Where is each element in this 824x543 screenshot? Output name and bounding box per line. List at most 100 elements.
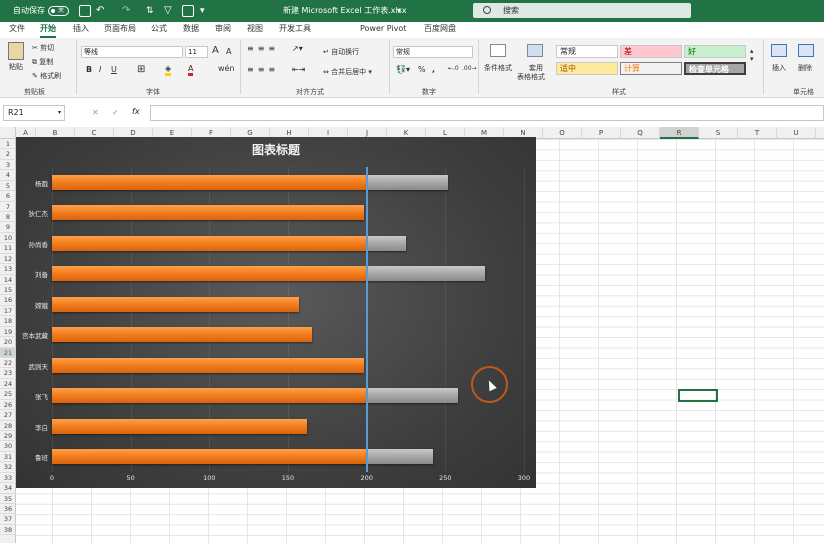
format-painter-button[interactable]: ✎ 格式刷: [32, 71, 61, 81]
tab-view[interactable]: 视图: [247, 22, 263, 38]
autosave-toggle[interactable]: 关: [48, 6, 69, 16]
bar-above-threshold[interactable]: [366, 266, 485, 282]
styles-scroll-icon[interactable]: ▴ ▾: [750, 47, 754, 63]
conditional-format-button[interactable]: 条件格式: [484, 63, 512, 73]
currency-icon[interactable]: 💱▾: [396, 65, 410, 74]
insert-cells-button[interactable]: 插入: [772, 63, 786, 73]
row-header-27[interactable]: 27: [0, 410, 16, 421]
row-header-18[interactable]: 18: [0, 316, 16, 327]
title-dropdown-icon[interactable]: ▾: [397, 0, 401, 22]
row-header-26[interactable]: 26: [0, 400, 16, 411]
enter-icon[interactable]: ✓: [112, 108, 119, 117]
column-header-Q[interactable]: Q: [621, 127, 660, 139]
sort-icon[interactable]: ⇅: [146, 0, 154, 22]
row-header-33[interactable]: 33: [0, 473, 16, 484]
orientation-icon[interactable]: ↗▾: [292, 44, 303, 53]
tab-file[interactable]: 文件: [9, 22, 25, 38]
column-header-S[interactable]: S: [699, 127, 738, 139]
bar-above-threshold[interactable]: [366, 449, 433, 465]
row-header-1[interactable]: 1: [0, 139, 16, 150]
row-header-21[interactable]: 21: [0, 347, 16, 359]
horizontal-align-icons[interactable]: ≡≡≡: [247, 65, 279, 74]
style-check-cell[interactable]: 检查单元格: [684, 62, 746, 75]
grow-font-button[interactable]: A: [212, 45, 219, 56]
tab-data[interactable]: 数据: [183, 22, 199, 38]
bar-below-threshold[interactable]: [52, 418, 307, 434]
tab-power-pivot[interactable]: Power Pivot: [360, 22, 406, 38]
bar-below-threshold[interactable]: [52, 174, 367, 190]
bar-below-threshold[interactable]: [52, 388, 367, 404]
row-header-38[interactable]: 38: [0, 525, 16, 536]
row-header-12[interactable]: 12: [0, 254, 16, 265]
insert-cells-icon[interactable]: [771, 44, 787, 57]
tab-page-layout[interactable]: 页面布局: [104, 22, 136, 38]
style-neutral[interactable]: 适中: [556, 62, 618, 75]
italic-button[interactable]: I: [99, 65, 101, 74]
format-table-button-line2[interactable]: 表格格式: [517, 72, 545, 82]
bar-below-threshold[interactable]: [52, 235, 367, 251]
paste-button[interactable]: 粘贴: [9, 62, 23, 72]
font-color-button[interactable]: A: [188, 64, 194, 76]
conditional-format-icon[interactable]: [490, 44, 506, 57]
redo-icon[interactable]: ↷: [122, 0, 130, 22]
undo-icon[interactable]: ↶: [96, 0, 104, 22]
row-header-30[interactable]: 30: [0, 441, 16, 452]
filter-icon[interactable]: ▽: [164, 0, 172, 22]
bar-below-threshold[interactable]: [52, 205, 364, 221]
tab-review[interactable]: 审阅: [215, 22, 231, 38]
row-header-37[interactable]: 37: [0, 514, 16, 525]
shrink-font-button[interactable]: A: [226, 47, 231, 56]
chart-title[interactable]: 图表标题: [16, 141, 536, 158]
row-header-2[interactable]: 2: [0, 149, 16, 160]
select-all-corner[interactable]: [0, 127, 16, 139]
row-header-34[interactable]: 34: [0, 483, 16, 494]
border-icon[interactable]: ⊞: [137, 64, 145, 75]
bar-below-threshold[interactable]: [52, 266, 367, 282]
merge-center-button[interactable]: ⇔ 合并后居中 ▾: [323, 67, 372, 77]
tab-baidu-netdisk[interactable]: 百度网盘: [424, 22, 456, 38]
style-good[interactable]: 好: [684, 45, 746, 58]
bar-above-threshold[interactable]: [366, 174, 449, 190]
search-box[interactable]: 搜索: [473, 3, 691, 18]
wrap-text-button[interactable]: ↵ 自动换行: [323, 47, 359, 57]
tab-developer[interactable]: 开发工具: [279, 22, 311, 38]
column-header-R[interactable]: R: [660, 127, 699, 139]
cut-button[interactable]: ✂ 剪切: [32, 43, 54, 53]
font-name-field[interactable]: 等线: [81, 46, 183, 58]
font-size-field[interactable]: 11: [185, 46, 208, 58]
quick-access-more-icon[interactable]: ▾: [200, 0, 205, 22]
bar-chart[interactable]: 图表标题 0 50 100 150 200 250 300 杨戬 狄仁杰 孙尚香 刘备 嫦娥 宫本武藏武…: [16, 137, 536, 488]
row-header-36[interactable]: 36: [0, 504, 16, 515]
row-header-29[interactable]: 29: [0, 431, 16, 442]
active-cell[interactable]: [678, 389, 718, 402]
form-icon[interactable]: [182, 5, 194, 17]
bar-above-threshold[interactable]: [366, 388, 458, 404]
row-header-15[interactable]: 15: [0, 285, 16, 296]
row-header-9[interactable]: 9: [0, 222, 16, 233]
format-table-icon[interactable]: [527, 44, 543, 57]
paste-icon[interactable]: [8, 42, 24, 60]
bar-below-threshold[interactable]: [52, 327, 312, 343]
column-header-O[interactable]: O: [543, 127, 582, 139]
indent-icons[interactable]: ⇤⇥: [292, 65, 305, 74]
column-header-T[interactable]: T: [738, 127, 777, 139]
tab-home[interactable]: 开始: [40, 22, 56, 38]
bar-below-threshold[interactable]: [52, 357, 364, 373]
row-header-24[interactable]: 24: [0, 379, 16, 390]
number-format-field[interactable]: 常规: [393, 46, 473, 58]
copy-button[interactable]: ⧉ 复制: [32, 57, 53, 67]
column-header-P[interactable]: P: [582, 127, 621, 139]
style-normal[interactable]: 常规: [556, 45, 618, 58]
threshold-line[interactable]: [365, 167, 368, 472]
bar-below-threshold[interactable]: [52, 449, 367, 465]
cancel-icon[interactable]: ✕: [92, 108, 99, 117]
delete-cells-button[interactable]: 删除: [798, 63, 812, 73]
save-icon[interactable]: [79, 5, 91, 17]
column-header-U[interactable]: U: [777, 127, 816, 139]
underline-button[interactable]: U: [111, 65, 117, 74]
increase-decimal-icon[interactable]: ←.0: [448, 65, 459, 72]
percent-button[interactable]: %: [418, 65, 426, 74]
delete-cells-icon[interactable]: [798, 44, 814, 57]
name-box-dropdown-icon[interactable]: ▾: [58, 109, 61, 116]
name-box[interactable]: R21: [3, 105, 65, 121]
